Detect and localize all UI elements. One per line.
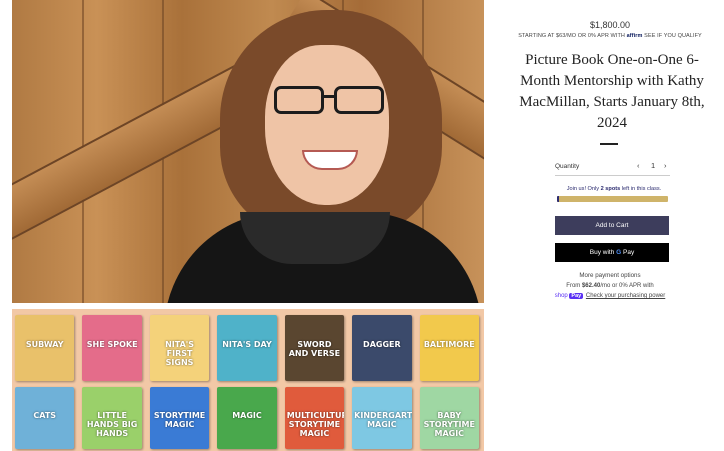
book-cover-title: NITA'S DAY [222,340,272,350]
affirm-prefix: STARTING AT $63/MO OR 0% APR WITH [518,33,625,39]
book-cover-title: DAGGER [363,340,401,350]
shop-pay-logo-icon: shop [554,293,568,299]
availability-suffix: left in this class. [621,186,662,192]
book-cover: KINDERGARTEN MAGIC [352,387,412,449]
book-cover: BABY STORYTIME MAGIC [419,387,479,449]
book-cover-title: SHE SPOKE [86,340,138,350]
title-divider [600,143,618,145]
book-cover: SUBWAY [15,315,75,381]
book-cover: LITTLE HANDS BIG HANDS [82,387,142,449]
book-cover-title: MULTICULTURAL STORYTIME MAGIC [286,410,344,438]
installment-amount: $62.40 [581,283,601,289]
availability-prefix: Join us! Only [566,186,600,192]
book-cover-title: KINDERGARTEN MAGIC [354,410,412,429]
add-to-cart-button[interactable]: Add to Cart [555,216,669,235]
author-photo [12,0,484,303]
book-cover: NITA'S FIRST SIGNS [149,315,210,381]
face [265,45,389,205]
check-purchasing-power-link[interactable]: Check your purchasing power [586,293,665,299]
availability-progress-bar [557,196,668,202]
shop-pay-badge-icon: Pay [569,293,584,299]
affirm-logo: affirm [626,33,643,39]
book-cover: NITA'S DAY [217,315,277,381]
gpay-label: Pay [623,249,635,256]
quantity-label: Quantity [555,163,580,170]
book-cover: MAGIC [217,387,277,449]
book-cover-title: LITTLE HANDS BIG HANDS [86,410,138,438]
product-title: Picture Book One-on-One 6-Month Mentorsh… [519,52,705,131]
product-panel: $1,800.00 STARTING AT $63/MO OR 0% APR W… [496,0,724,451]
book-covers-collage: SUBWAY SHE SPOKE NITA'S FIRST SIGNS NITA'S … [12,309,484,451]
book-cover-title: BABY STORYTIME MAGIC [423,410,475,438]
book-cover-title: MAGIC [232,410,262,420]
book-cover-title: NITA'S FIRST SIGNS [165,340,195,368]
buy-with-gpay-button[interactable]: Buy with G Pay [555,243,669,262]
more-payment-options-link[interactable]: More payment options [496,272,724,279]
quantity-underline [555,175,670,176]
book-cover: MULTICULTURAL STORYTIME MAGIC [284,387,345,449]
affirm-financing[interactable]: STARTING AT $63/MO OR 0% APR WITH affirm… [496,33,724,39]
availability-message: Join us! Only 2 spots left in this class… [555,186,673,192]
availability-progress-fill [557,196,560,202]
affirm-qualify-link[interactable]: SEE IF YOU QUALIFY [644,33,702,39]
installments-text: From $62.40/mo or 0% APR with [496,283,724,289]
book-cover: SHE SPOKE [82,315,142,381]
product-price: $1,800.00 [589,20,631,30]
book-cover: SWORD AND VERSE [284,315,345,381]
book-cover: DAGGER [352,315,412,381]
decrement-button[interactable]: ‹ [637,161,640,170]
quantity-value: 1 [651,161,656,170]
from-suffix: /mo or 0% APR with [600,283,654,289]
shop-pay-row: shop Pay Check your purchasing power [496,293,724,299]
book-cover-title: SWORD AND VERSE [288,340,341,359]
book-cover: STORYTIME MAGIC [149,387,210,449]
media-column: SUBWAY SHE SPOKE NITA'S FIRST SIGNS NITA'S … [0,0,496,451]
increment-button[interactable]: › [664,161,667,170]
book-cover-title: BALTIMORE [423,340,475,350]
spots-count: 2 spots [600,186,621,192]
book-cover-title: CATS [33,410,57,420]
book-cover-title: STORYTIME MAGIC [153,410,206,429]
buy-with-label: Buy with [589,249,615,256]
book-cover: CATS [15,387,75,449]
book-cover: BALTIMORE [419,315,479,381]
glasses [274,86,384,114]
google-g-icon: G [616,249,622,256]
book-cover-title: SUBWAY [25,340,64,350]
quantity-stepper[interactable]: ‹ 1 › [637,161,671,173]
from-prefix: From [566,283,581,289]
